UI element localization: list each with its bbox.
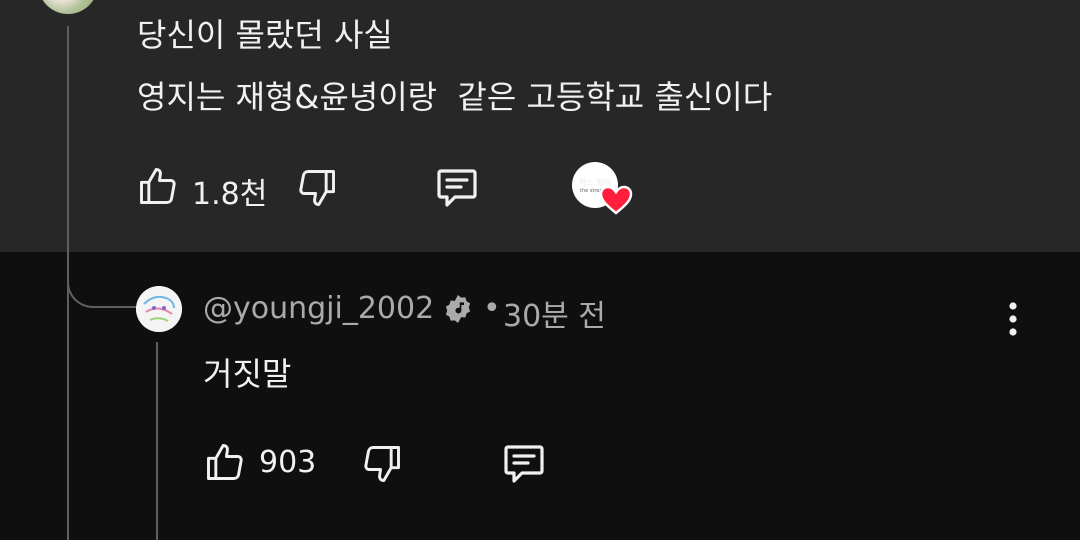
parent-comment-line-2: 영지는 재형&윤녕이랑 같은 고등학교 출신이다 <box>137 78 773 116</box>
thumbs-up-icon[interactable] <box>136 164 180 208</box>
reply-thread-line <box>156 342 158 540</box>
creator-heart-badge: 하스 팬터 the stream <box>572 162 633 216</box>
thumbs-up-icon[interactable] <box>203 440 247 484</box>
header-separator: • <box>483 291 501 326</box>
reply-author-handle[interactable]: @youngji_2002 <box>203 291 434 326</box>
heart-icon <box>599 185 633 215</box>
comment-reply-icon[interactable] <box>500 439 548 487</box>
thumbs-down-icon[interactable] <box>360 442 404 486</box>
reply-like-count: 903 <box>259 445 317 480</box>
parent-comment-line-1: 당신이 몰랐던 사실 <box>137 16 393 54</box>
reply-comment-text: 거짓말 <box>203 355 292 393</box>
avatar-doodle-icon <box>136 286 182 332</box>
reply-avatar[interactable] <box>136 286 182 332</box>
verified-badge-icon <box>445 295 471 323</box>
thread-connector <box>67 250 137 308</box>
parent-like-count: 1.8천 <box>192 177 268 212</box>
comment-reply-icon[interactable] <box>433 163 481 211</box>
thumbs-down-icon[interactable] <box>295 166 339 210</box>
more-vert-icon[interactable] <box>1000 300 1026 340</box>
reply-timestamp[interactable]: 30분 전 <box>503 291 606 335</box>
